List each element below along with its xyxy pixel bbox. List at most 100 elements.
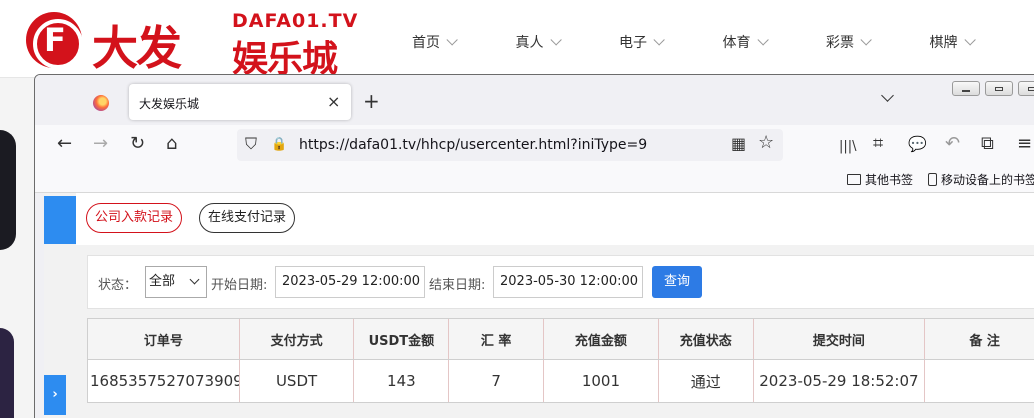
nav-item-label: 彩票 bbox=[826, 35, 854, 51]
order-number-cell: 1685357527073909 bbox=[88, 360, 240, 402]
folder-icon bbox=[847, 174, 861, 185]
sidebar-accent bbox=[44, 196, 76, 244]
column-header: 提交时间 bbox=[754, 319, 926, 359]
column-header: 订单号 bbox=[88, 319, 240, 359]
nav-item-sports[interactable]: 体育 bbox=[723, 32, 827, 52]
deposit-amount-cell: 1001 bbox=[544, 360, 659, 402]
phone-icon bbox=[928, 173, 937, 186]
browser-window: 大发娱乐城 × + ← → ↻ ⌂ ⛉ 🔒 https://dafa01.tv/… bbox=[34, 74, 1034, 418]
tab-online-payment-records[interactable]: 在线支付记录 bbox=[199, 203, 296, 233]
url-bar[interactable]: ⛉ 🔒 https://dafa01.tv/hhcp/usercenter.ht… bbox=[237, 129, 783, 161]
chevron-down-icon bbox=[860, 34, 872, 46]
nav-item-label: 首页 bbox=[412, 35, 440, 51]
site-left-banner bbox=[0, 78, 34, 418]
banner-image bbox=[0, 130, 16, 250]
screen: F 大发 DAFA01.TV 娱乐城 首页 真人 电子 体育 彩票 棋牌 大发娱… bbox=[0, 0, 1034, 418]
undo-icon[interactable]: ↶ bbox=[945, 134, 960, 154]
column-header: 充值金额 bbox=[544, 319, 659, 359]
library-icon[interactable]: |||\ bbox=[839, 137, 857, 157]
forward-icon[interactable]: → bbox=[93, 134, 108, 154]
submit-time-cell: 2023-05-29 18:52:07 bbox=[754, 360, 926, 402]
banner-image bbox=[0, 328, 14, 418]
tab-bar: 大发娱乐城 × + bbox=[35, 75, 1034, 125]
bookmark-label: 其他书签 bbox=[865, 173, 914, 187]
lock-icon[interactable]: 🔒 bbox=[271, 135, 287, 155]
query-button[interactable]: 查询 bbox=[652, 266, 702, 298]
url-text[interactable]: https://dafa01.tv/hhcp/usercenter.html?i… bbox=[299, 137, 647, 153]
minimize-icon bbox=[962, 90, 970, 92]
status-label: 状态： bbox=[98, 278, 138, 293]
column-header: 汇 率 bbox=[449, 319, 545, 359]
column-header: 充值状态 bbox=[659, 319, 754, 359]
tab-title: 大发娱乐城 bbox=[139, 97, 200, 111]
nav-item-chess[interactable]: 棋牌 bbox=[930, 32, 1034, 52]
column-header: USDT金额 bbox=[354, 319, 450, 359]
column-header: 支付方式 bbox=[240, 319, 355, 359]
nav-item-lottery[interactable]: 彩票 bbox=[826, 32, 930, 52]
chevron-down-icon bbox=[189, 274, 200, 285]
close-window-button[interactable] bbox=[1018, 81, 1034, 96]
browser-tab[interactable]: 大发娱乐城 × bbox=[129, 84, 351, 120]
records-table: 订单号 支付方式 USDT金额 汇 率 充值金额 充值状态 提交时间 备 注 1… bbox=[87, 318, 1034, 403]
nav-item-label: 电子 bbox=[619, 35, 647, 51]
nav-item-label: 体育 bbox=[722, 35, 751, 51]
maximize-icon bbox=[995, 87, 1003, 91]
status-select[interactable]: 全部 bbox=[145, 266, 207, 298]
nav-item-home[interactable]: 首页 bbox=[412, 32, 516, 52]
page-content: › 公司入款记录 在线支付记录 状态： 全部 开始日期: 2023-05-29 … bbox=[44, 193, 1034, 418]
start-date-input[interactable]: 2023-05-29 12:00:00 bbox=[275, 266, 425, 298]
back-icon[interactable]: ← bbox=[57, 134, 72, 154]
maximize-button[interactable] bbox=[985, 81, 1013, 96]
payment-method-cell: USDT bbox=[240, 360, 355, 402]
home-icon[interactable]: ⌂ bbox=[166, 134, 177, 154]
status-select-value: 全部 bbox=[149, 274, 176, 289]
minimize-button[interactable] bbox=[952, 81, 980, 96]
deposit-status-cell: 通过 bbox=[659, 360, 754, 402]
nav-item-label: 真人 bbox=[515, 35, 544, 51]
logo-mark-letter: F bbox=[44, 21, 66, 59]
chat-icon[interactable]: 💬 bbox=[908, 134, 927, 154]
bookmarks-bar: 其他书签 移动设备上的书签 bbox=[35, 165, 1034, 193]
qr-code-icon[interactable]: ▦ bbox=[731, 134, 746, 154]
nav-item-live[interactable]: 真人 bbox=[516, 32, 620, 52]
close-window-icon bbox=[1028, 87, 1034, 91]
chevron-down-icon bbox=[446, 34, 458, 46]
end-date-label: 结束日期: bbox=[429, 278, 486, 293]
chevron-down-icon bbox=[549, 34, 562, 46]
sidebar-toggle[interactable]: › bbox=[44, 375, 66, 415]
new-tab-button[interactable]: + bbox=[363, 89, 380, 113]
reload-icon[interactable]: ↻ bbox=[130, 134, 145, 154]
site-header: F 大发 DAFA01.TV 娱乐城 首页 真人 电子 体育 彩票 棋牌 bbox=[0, 0, 1034, 80]
chevron-down-icon bbox=[756, 34, 769, 46]
end-date-input[interactable]: 2023-05-30 12:00:00 bbox=[493, 266, 643, 298]
remark-cell bbox=[925, 360, 1034, 402]
column-header: 备 注 bbox=[969, 333, 1000, 349]
star-icon[interactable]: ☆ bbox=[758, 133, 774, 153]
exchange-rate-cell: 7 bbox=[449, 360, 545, 402]
filter-bar: 状态： 全部 开始日期: 2023-05-29 12:00:00 结束日期: 2… bbox=[87, 255, 1034, 309]
shield-icon[interactable]: ⛉ bbox=[245, 134, 257, 154]
extensions-icon[interactable]: ⧉ bbox=[981, 134, 994, 154]
menu-icon[interactable]: ≡ bbox=[1017, 134, 1032, 154]
crop-icon[interactable]: ⌗ bbox=[873, 134, 883, 154]
bookmark-mobile[interactable]: 移动设备上的书签 bbox=[928, 171, 1034, 188]
tab-company-deposit-records[interactable]: 公司入款记录 bbox=[86, 203, 183, 233]
table-header-row: 订单号 支付方式 USDT金额 汇 率 充值金额 充值状态 提交时间 备 注 bbox=[88, 319, 1034, 360]
usdt-amount-cell: 143 bbox=[354, 360, 450, 402]
logo-main-text: 大发 bbox=[92, 21, 182, 75]
logo-icon: F bbox=[26, 12, 83, 69]
nav-item-slots[interactable]: 电子 bbox=[619, 32, 723, 52]
nav-toolbar: ← → ↻ ⌂ ⛉ 🔒 https://dafa01.tv/hhcp/userc… bbox=[35, 125, 1034, 165]
site-nav: 首页 真人 电子 体育 彩票 棋牌 bbox=[412, 32, 1033, 52]
table-row[interactable]: 1685357527073909 USDT 143 7 1001 通过 2023… bbox=[88, 360, 1034, 402]
firefox-icon[interactable] bbox=[93, 95, 109, 111]
logo-domain-text: DAFA01.TV bbox=[232, 10, 359, 32]
start-date-label: 开始日期: bbox=[211, 278, 268, 293]
bookmark-label: 移动设备上的书签 bbox=[941, 173, 1034, 187]
chevron-down-icon[interactable] bbox=[881, 89, 894, 102]
chevron-down-icon bbox=[963, 34, 976, 46]
bookmark-other[interactable]: 其他书签 bbox=[847, 171, 913, 188]
chevron-down-icon bbox=[653, 34, 665, 46]
nav-item-label: 棋牌 bbox=[929, 35, 958, 51]
close-icon[interactable]: × bbox=[327, 92, 340, 111]
